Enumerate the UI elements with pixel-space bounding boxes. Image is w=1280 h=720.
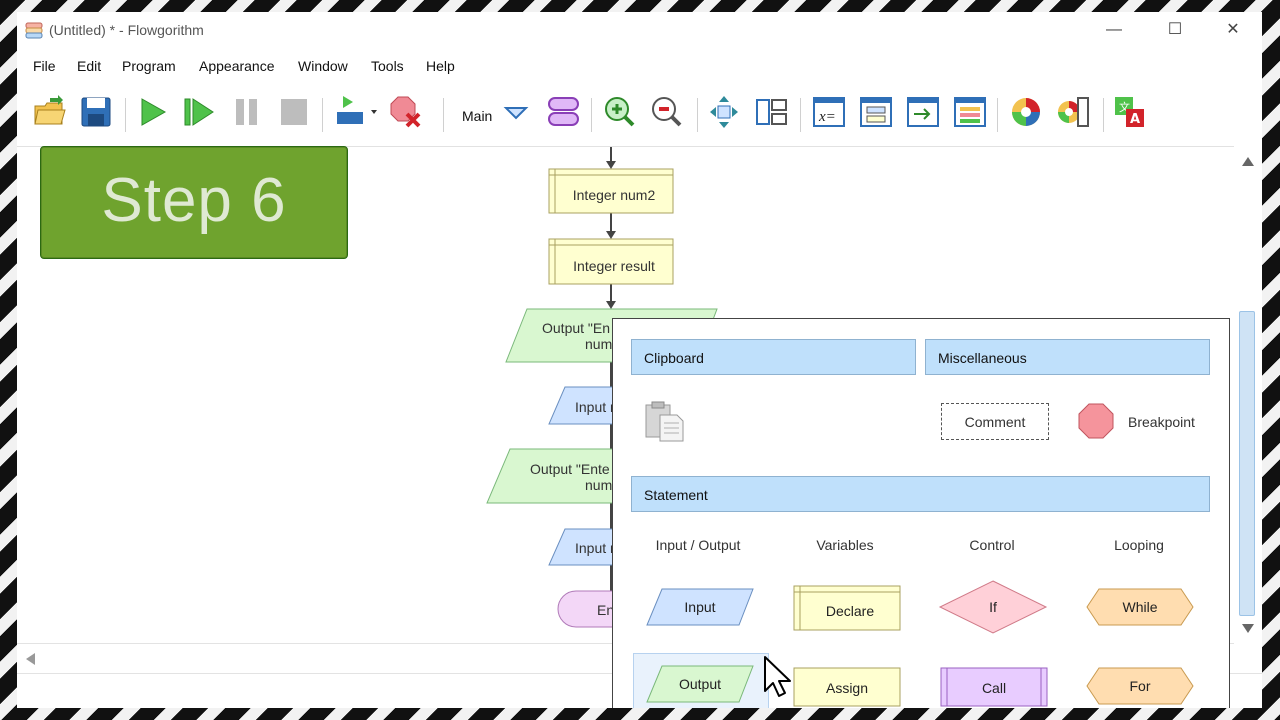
call-shape-label: Call bbox=[982, 680, 1006, 696]
run-icon[interactable] bbox=[135, 92, 169, 132]
fit-to-window-icon[interactable] bbox=[707, 92, 741, 132]
title-bar: (Untitled) * - Flowgorithm — ☐ ✕ bbox=[17, 12, 1262, 48]
open-folder-icon[interactable] bbox=[32, 92, 66, 132]
input-shape-label: Input bbox=[684, 599, 715, 615]
breakpoint-octagon-icon[interactable] bbox=[1078, 403, 1114, 439]
scroll-left-arrow-icon[interactable] bbox=[17, 644, 47, 674]
step-label: Step 6 bbox=[101, 166, 287, 235]
minimize-button[interactable]: — bbox=[1094, 18, 1134, 42]
input-shape[interactable]: Input bbox=[643, 583, 755, 627]
pause-icon[interactable] bbox=[230, 92, 264, 132]
svg-text:A: A bbox=[1130, 112, 1140, 127]
declare-shape-label: Declare bbox=[826, 603, 874, 619]
output-shape[interactable]: Output bbox=[643, 662, 755, 706]
mouse-pointer-icon bbox=[764, 656, 791, 697]
toolbar-separator bbox=[697, 98, 698, 132]
output-shape-label: Output bbox=[679, 676, 721, 692]
assign-shape[interactable]: Assign bbox=[791, 665, 903, 708]
while-shape[interactable]: While bbox=[1085, 587, 1195, 627]
toolbar-separator bbox=[443, 98, 444, 132]
scroll-down-arrow-icon[interactable] bbox=[1242, 624, 1254, 633]
remove-breakpoint-icon[interactable] bbox=[389, 92, 423, 132]
menu-help[interactable]: Help bbox=[426, 58, 455, 74]
stop-icon[interactable] bbox=[277, 92, 311, 132]
window-title: (Untitled) * - Flowgorithm bbox=[49, 22, 204, 38]
close-button[interactable]: ✕ bbox=[1213, 18, 1253, 42]
assign-shape-label: Assign bbox=[826, 680, 868, 696]
declare-block-result[interactable]: Integer result bbox=[548, 238, 674, 285]
variable-watch-icon[interactable]: x= bbox=[812, 92, 846, 132]
toolbar-separator bbox=[322, 98, 323, 132]
toolbar: Main x= 文 A bbox=[17, 92, 1262, 142]
menu-tools[interactable]: Tools bbox=[371, 58, 404, 74]
zoom-in-icon[interactable] bbox=[602, 92, 636, 132]
for-shape-label: For bbox=[1130, 678, 1151, 694]
source-code-icon[interactable] bbox=[953, 92, 987, 132]
output2-line1-text: Output "Ente bbox=[530, 461, 610, 477]
layout-icon[interactable] bbox=[755, 92, 789, 132]
step-badge: Step 6 bbox=[40, 146, 348, 259]
app-window: (Untitled) * - Flowgorithm — ☐ ✕ File Ed… bbox=[17, 12, 1262, 708]
column-input-output: Input / Output bbox=[655, 537, 741, 553]
svg-text:x=: x= bbox=[818, 109, 836, 125]
menu-bar: File Edit Program Appearance Window Tool… bbox=[17, 54, 1262, 78]
function-selector-label[interactable]: Main bbox=[462, 108, 492, 124]
toolbar-separator bbox=[1103, 98, 1104, 132]
comment-label: Comment bbox=[964, 414, 1026, 430]
toolbar-separator bbox=[997, 98, 998, 132]
menu-edit[interactable]: Edit bbox=[77, 58, 101, 74]
declare-block-num2[interactable]: Integer num2 bbox=[548, 168, 674, 214]
for-shape[interactable]: For bbox=[1085, 665, 1195, 707]
menu-program[interactable]: Program bbox=[122, 58, 176, 74]
declare-result-text: Integer result bbox=[573, 258, 655, 274]
breakpoint-label: Breakpoint bbox=[1128, 414, 1195, 430]
column-control: Control bbox=[969, 537, 1015, 553]
declare-num2-text: Integer num2 bbox=[573, 187, 656, 203]
clipboard-section-header: Clipboard bbox=[631, 339, 916, 375]
comment-shape[interactable]: Comment bbox=[941, 403, 1049, 440]
vertical-scroll-thumb[interactable] bbox=[1239, 311, 1255, 616]
output1-line1-text: Output "En bbox=[542, 320, 610, 336]
run-options-icon[interactable] bbox=[335, 92, 381, 132]
menu-appearance[interactable]: Appearance bbox=[199, 58, 275, 74]
misc-section-header: Miscellaneous bbox=[925, 339, 1210, 375]
toolbar-separator bbox=[125, 98, 126, 132]
toolbar-separator bbox=[800, 98, 801, 132]
call-shape[interactable]: Call bbox=[938, 665, 1050, 708]
manage-functions-icon[interactable] bbox=[547, 92, 581, 132]
while-shape-label: While bbox=[1122, 599, 1157, 615]
paste-clipboard-icon[interactable] bbox=[643, 401, 687, 445]
menu-window[interactable]: Window bbox=[298, 58, 348, 74]
chevron-down-icon[interactable] bbox=[503, 92, 529, 132]
if-shape[interactable]: If bbox=[938, 579, 1048, 635]
flowchart-view-icon[interactable] bbox=[859, 92, 893, 132]
zoom-out-icon[interactable] bbox=[649, 92, 683, 132]
output1-line2-text: num bbox=[585, 336, 612, 352]
insert-shape-popup: Clipboard Miscellaneous Comment Breakpoi… bbox=[612, 318, 1230, 708]
step-icon[interactable] bbox=[182, 92, 216, 132]
declare-shape[interactable]: Declare bbox=[791, 583, 903, 633]
translate-language-icon[interactable]: 文 A bbox=[1113, 92, 1147, 132]
column-variables: Variables bbox=[816, 537, 874, 553]
color-scheme-icon[interactable] bbox=[1009, 92, 1043, 132]
toolbar-separator bbox=[591, 98, 592, 132]
column-looping: Looping bbox=[1114, 537, 1164, 553]
menu-file[interactable]: File bbox=[33, 58, 56, 74]
layout-style-icon[interactable] bbox=[1056, 92, 1090, 132]
console-icon[interactable] bbox=[906, 92, 940, 132]
save-disk-icon[interactable] bbox=[79, 92, 113, 132]
if-shape-label: If bbox=[989, 599, 997, 615]
flowgorithm-app-icon bbox=[25, 22, 43, 39]
scroll-up-arrow-icon[interactable] bbox=[1242, 157, 1254, 166]
output2-line2-text: num bbox=[585, 477, 612, 493]
maximize-button[interactable]: ☐ bbox=[1155, 18, 1195, 42]
statement-section-header: Statement bbox=[631, 476, 1210, 512]
